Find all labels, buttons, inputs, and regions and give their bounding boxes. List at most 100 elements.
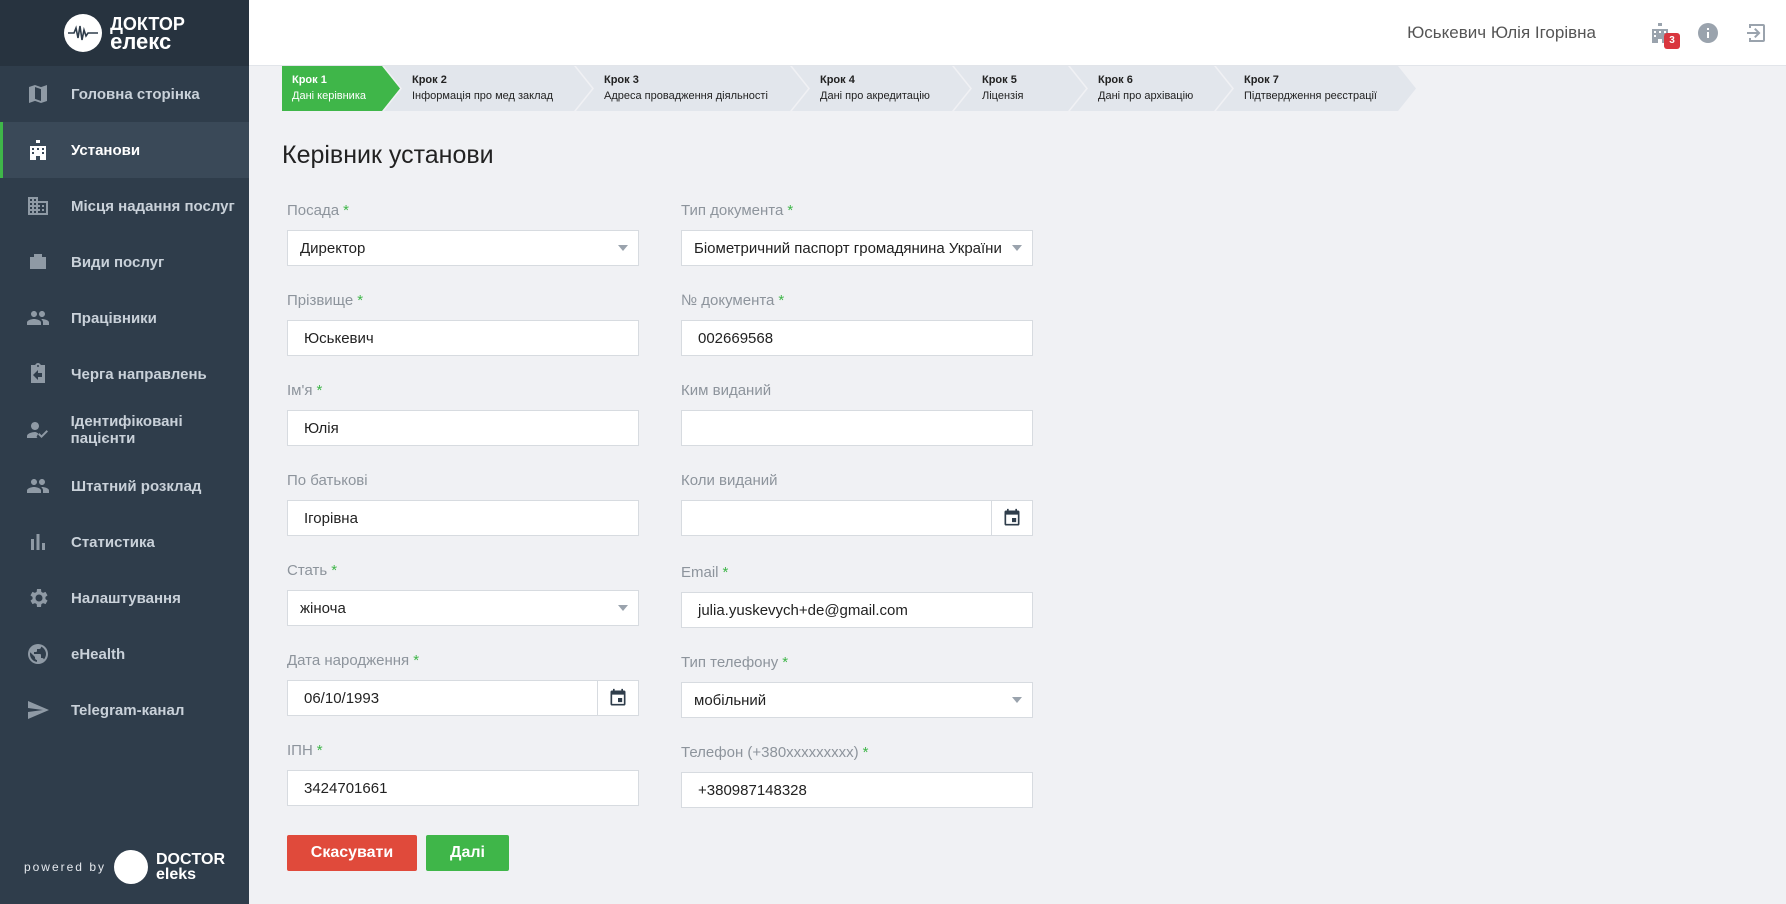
position-label-text: Посада bbox=[287, 202, 340, 219]
logout-icon bbox=[1747, 23, 1765, 42]
page-title: Керівник установи bbox=[282, 141, 494, 169]
step-1[interactable]: Крок 1 Дані керівника bbox=[282, 66, 400, 111]
step-name: Адреса провадження діяльності bbox=[604, 90, 768, 102]
step-4[interactable]: Крок 4 Дані про акредитацію bbox=[792, 66, 970, 111]
required-mark: * bbox=[331, 562, 338, 579]
step-2[interactable]: Крок 2 Інформація про мед заклад bbox=[384, 66, 592, 111]
middle-name-label: По батькові bbox=[287, 472, 368, 489]
doc-number-label-text: № документа bbox=[681, 292, 775, 309]
top-header: Юськевич Юлія Ігорівна 3 bbox=[249, 0, 1786, 66]
person-check-icon bbox=[25, 417, 51, 443]
cancel-button[interactable]: Скасувати bbox=[287, 835, 417, 871]
phone-type-label-text: Тип телефону bbox=[681, 654, 779, 671]
required-mark: * bbox=[787, 202, 794, 219]
step-number: Крок 3 bbox=[604, 74, 639, 86]
doc-type-label-text: Тип документа bbox=[681, 202, 784, 219]
gender-select[interactable]: жіноча bbox=[287, 590, 639, 626]
step-6[interactable]: Крок 6 Дані про архівацію bbox=[1070, 66, 1232, 111]
required-mark: * bbox=[722, 564, 729, 581]
sidebar-item-label: Штатний розклад bbox=[71, 477, 202, 495]
phone-type-value: мобільний bbox=[694, 691, 767, 709]
required-mark: * bbox=[316, 742, 323, 759]
clipboard-icon bbox=[25, 361, 51, 387]
required-mark: * bbox=[413, 652, 420, 669]
globe-icon bbox=[25, 641, 51, 667]
sidebar-item-label: Налаштування bbox=[71, 589, 181, 607]
sidebar-item-statistics[interactable]: Статистика bbox=[0, 514, 249, 570]
middle-name-input[interactable]: Ігорівна bbox=[287, 500, 639, 536]
info-button[interactable] bbox=[1694, 19, 1722, 47]
sidebar-item-telegram[interactable]: Telegram-канал bbox=[0, 682, 249, 738]
office-building-icon bbox=[25, 193, 51, 219]
chevron-down-icon bbox=[1012, 697, 1022, 703]
phone-type-label: Тип телефону * bbox=[681, 654, 1033, 674]
step-name: Інформація про мед заклад bbox=[412, 90, 554, 102]
sidebar-item-settings[interactable]: Налаштування bbox=[0, 570, 249, 626]
sidebar-item-service-locations[interactable]: Місця надання послуг bbox=[0, 178, 249, 234]
sidebar-item-institutions[interactable]: Установи bbox=[0, 122, 249, 178]
position-select[interactable]: Директор bbox=[287, 230, 639, 266]
logo-mark-icon bbox=[64, 14, 103, 52]
tax-id-input[interactable]: 3424701661 bbox=[287, 770, 639, 806]
email-label: Email * bbox=[681, 564, 1033, 584]
sidebar-item-staff-schedule[interactable]: Штатний розклад bbox=[0, 458, 249, 514]
birth-date-label-text: Дата народження bbox=[287, 652, 410, 669]
step-number: Крок 5 bbox=[982, 74, 1017, 86]
tax-id-label-text: ІПН bbox=[287, 742, 313, 759]
sidebar-item-home[interactable]: Головна сторінка bbox=[0, 66, 249, 122]
doctor-eleks-logo-icon bbox=[114, 850, 148, 884]
birth-date-value[interactable]: 06/10/1993 bbox=[288, 681, 598, 715]
app-logo[interactable]: ДОКТОР елекс bbox=[0, 0, 249, 66]
logout-button[interactable] bbox=[1742, 19, 1770, 47]
doc-number-input[interactable]: 002669568 bbox=[681, 320, 1033, 356]
first-name-input[interactable]: Юлія bbox=[287, 410, 639, 446]
powered-brand-line-1: DOCTOR bbox=[156, 851, 226, 868]
birth-date-input: 06/10/1993 bbox=[287, 680, 639, 716]
issued-date-input bbox=[681, 500, 1033, 536]
phone-type-select[interactable]: мобільний bbox=[681, 682, 1033, 718]
phone-input[interactable]: +380987148328 bbox=[681, 772, 1033, 808]
issued-date-label: Коли виданий bbox=[681, 472, 778, 489]
sidebar-item-service-types[interactable]: Види послуг bbox=[0, 234, 249, 290]
doc-type-select[interactable]: Біометричний паспорт громадянина України bbox=[681, 230, 1033, 266]
people-icon bbox=[25, 473, 51, 499]
sidebar-item-label: Черга направлень bbox=[71, 365, 207, 383]
last-name-input[interactable]: Юськевич bbox=[287, 320, 639, 356]
calendar-button[interactable] bbox=[598, 681, 638, 715]
doc-number-field: № документа * 002669568 bbox=[681, 292, 1033, 356]
step-7[interactable]: Крок 7 Підтвердження реєстрації bbox=[1216, 66, 1416, 111]
next-button[interactable]: Далі bbox=[426, 835, 509, 871]
step-name: Підтвердження реєстрації bbox=[1244, 90, 1377, 102]
position-value: Директор bbox=[300, 239, 366, 257]
sidebar-item-identified-patients[interactable]: Ідентифіковані пацієнти bbox=[0, 402, 249, 458]
required-mark: * bbox=[343, 202, 349, 219]
doc-type-field: Тип документа * Біометричний паспорт гром… bbox=[681, 202, 1033, 266]
chevron-down-icon bbox=[618, 605, 628, 611]
required-mark: * bbox=[862, 744, 869, 761]
logo-line-2: елекс bbox=[110, 29, 172, 54]
people-icon bbox=[25, 305, 51, 331]
step-number: Крок 7 bbox=[1244, 74, 1279, 86]
gender-field: Стать * жіноча bbox=[287, 562, 639, 626]
first-name-label-text: Ім'я bbox=[287, 382, 313, 399]
user-name[interactable]: Юськевич Юлія Ігорівна bbox=[1407, 23, 1596, 43]
sidebar-item-ehealth[interactable]: eHealth bbox=[0, 626, 249, 682]
sidebar-item-referral-queue[interactable]: Черга направлень bbox=[0, 346, 249, 402]
step-5[interactable]: Крок 5 Ліцензія bbox=[954, 66, 1086, 111]
issued-by-input[interactable] bbox=[681, 410, 1033, 446]
last-name-field: Прізвище * Юськевич bbox=[287, 292, 639, 356]
issued-date-value[interactable] bbox=[682, 501, 992, 535]
first-name-field: Ім'я * Юлія bbox=[287, 382, 639, 446]
email-input[interactable]: julia.yuskevych+de@gmail.com bbox=[681, 592, 1033, 628]
birth-date-field: Дата народження * 06/10/1993 bbox=[287, 652, 639, 716]
sidebar-item-employees[interactable]: Працівники bbox=[0, 290, 249, 346]
institutions-notification-button[interactable]: 3 bbox=[1646, 19, 1680, 49]
powered-brand-line-2: eleks bbox=[156, 866, 197, 883]
step-3[interactable]: Крок 3 Адреса провадження діяльності bbox=[576, 66, 808, 111]
tax-id-field: ІПН * 3424701661 bbox=[287, 742, 639, 806]
phone-type-field: Тип телефону * мобільний bbox=[681, 654, 1033, 718]
send-icon bbox=[25, 697, 51, 723]
calendar-button[interactable] bbox=[992, 501, 1032, 535]
sidebar-item-label: Установи bbox=[71, 141, 141, 159]
phone-field: Телефон (+380xxxxxxxxx) * +380987148328 bbox=[681, 744, 1033, 808]
